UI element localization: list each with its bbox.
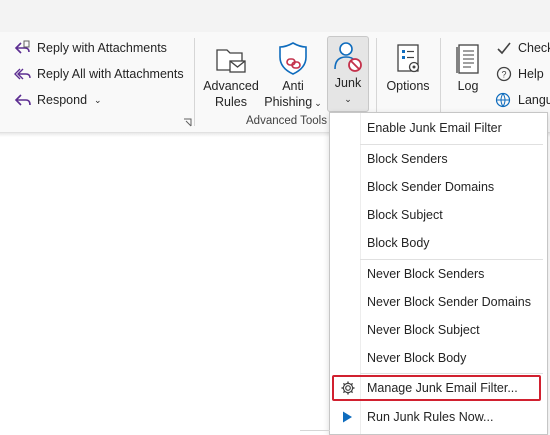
folder-envelope-icon (216, 49, 246, 73)
respond-icon (14, 94, 31, 106)
person-blocked-icon (334, 42, 362, 72)
log-button[interactable]: Log (449, 34, 487, 94)
menu-item-label: Manage Junk Email Filter... (367, 381, 518, 395)
help-button[interactable]: ? Help ⌄ (495, 63, 550, 85)
menu-item-label: Never Block Sender Domains (367, 295, 531, 309)
options-button[interactable]: Options (384, 34, 432, 94)
language-label: Langu (518, 93, 550, 107)
title-strip (0, 0, 550, 32)
help-label: Help (518, 67, 544, 81)
reply-all-with-attachments-button[interactable]: Reply All with Attachments (14, 63, 184, 85)
dialog-launcher-icon[interactable] (183, 118, 192, 127)
advanced-rules-label-line1: Advanced (203, 79, 259, 93)
menu-item-label: Enable Junk Email Filter (367, 121, 502, 135)
chevron-down-icon: ⌄ (344, 94, 352, 104)
menu-item-label: Never Block Subject (367, 323, 480, 337)
language-button[interactable]: Langu (495, 89, 550, 111)
reply-with-attachments-label: Reply with Attachments (37, 41, 167, 55)
menu-item-never-block-body[interactable]: Never Block Body (330, 344, 547, 372)
chevron-down-icon: ⌄ (314, 98, 322, 108)
reply-all-attachment-icon (14, 68, 31, 80)
divider-line (300, 430, 330, 431)
menu-item-label: Block Body (367, 236, 430, 250)
menu-item-block-body[interactable]: Block Body (330, 229, 547, 257)
options-label: Options (386, 79, 430, 93)
junk-label: Junk (334, 76, 362, 90)
menu-item-label: Never Block Senders (367, 267, 485, 281)
shield-link-icon (279, 42, 307, 75)
menu-item-label: Never Block Body (367, 351, 467, 365)
play-icon (343, 411, 352, 423)
log-label: Log (457, 79, 479, 93)
menu-item-manage-junk-email-filter[interactable]: Manage Junk Email Filter... (330, 374, 547, 402)
log-document-icon (456, 44, 479, 74)
svg-text:?: ? (501, 70, 506, 80)
options-gear-icon (397, 44, 420, 73)
menu-item-never-block-sender-domains[interactable]: Never Block Sender Domains (330, 288, 547, 316)
menu-item-enable-junk-email-filter[interactable]: Enable Junk Email Filter (330, 114, 547, 142)
menu-item-label: Block Subject (367, 208, 443, 222)
group-divider (194, 38, 195, 126)
menu-item-label: Run Junk Rules Now... (367, 410, 494, 424)
advanced-rules-button[interactable]: Advanced Rules (203, 34, 259, 110)
anti-phishing-button[interactable]: Anti Phishing ⌄ (262, 34, 324, 111)
menu-item-label: Block Senders (367, 152, 448, 166)
menu-item-block-sender-domains[interactable]: Block Sender Domains (330, 173, 547, 201)
reply-with-attachments-button[interactable]: Reply with Attachments (14, 37, 167, 59)
check-icon (497, 42, 511, 55)
advanced-rules-label-line2: Rules (215, 95, 247, 109)
check-label: Check (518, 41, 550, 55)
junk-button[interactable]: Junk ⌄ (327, 36, 369, 112)
junk-dropdown-menu: Enable Junk Email Filter Block Senders B… (329, 112, 548, 435)
advanced-tools-group-label: Advanced Tools (246, 115, 327, 127)
chevron-down-icon: ⌄ (94, 94, 102, 105)
menu-item-never-block-subject[interactable]: Never Block Subject (330, 316, 547, 344)
check-button[interactable]: Check (495, 37, 550, 59)
respond-label: Respond (37, 93, 88, 107)
anti-phishing-label-line2: Phishing ⌄ (264, 94, 322, 111)
respond-button[interactable]: Respond ⌄ (14, 89, 102, 111)
gear-icon (341, 381, 355, 395)
anti-phishing-label-line1: Anti (282, 79, 304, 93)
help-icon: ? (496, 66, 512, 82)
menu-item-label: Block Sender Domains (367, 180, 495, 194)
reply-attachment-icon (14, 40, 30, 54)
menu-item-never-block-senders[interactable]: Never Block Senders (330, 260, 547, 288)
language-globe-icon (495, 92, 511, 108)
menu-item-run-junk-rules-now[interactable]: Run Junk Rules Now... (330, 403, 547, 431)
menu-item-block-senders[interactable]: Block Senders (330, 145, 547, 173)
menu-item-block-subject[interactable]: Block Subject (330, 201, 547, 229)
anti-phishing-label-text: Phishing (264, 95, 313, 109)
reply-all-with-attachments-label: Reply All with Attachments (37, 67, 184, 81)
